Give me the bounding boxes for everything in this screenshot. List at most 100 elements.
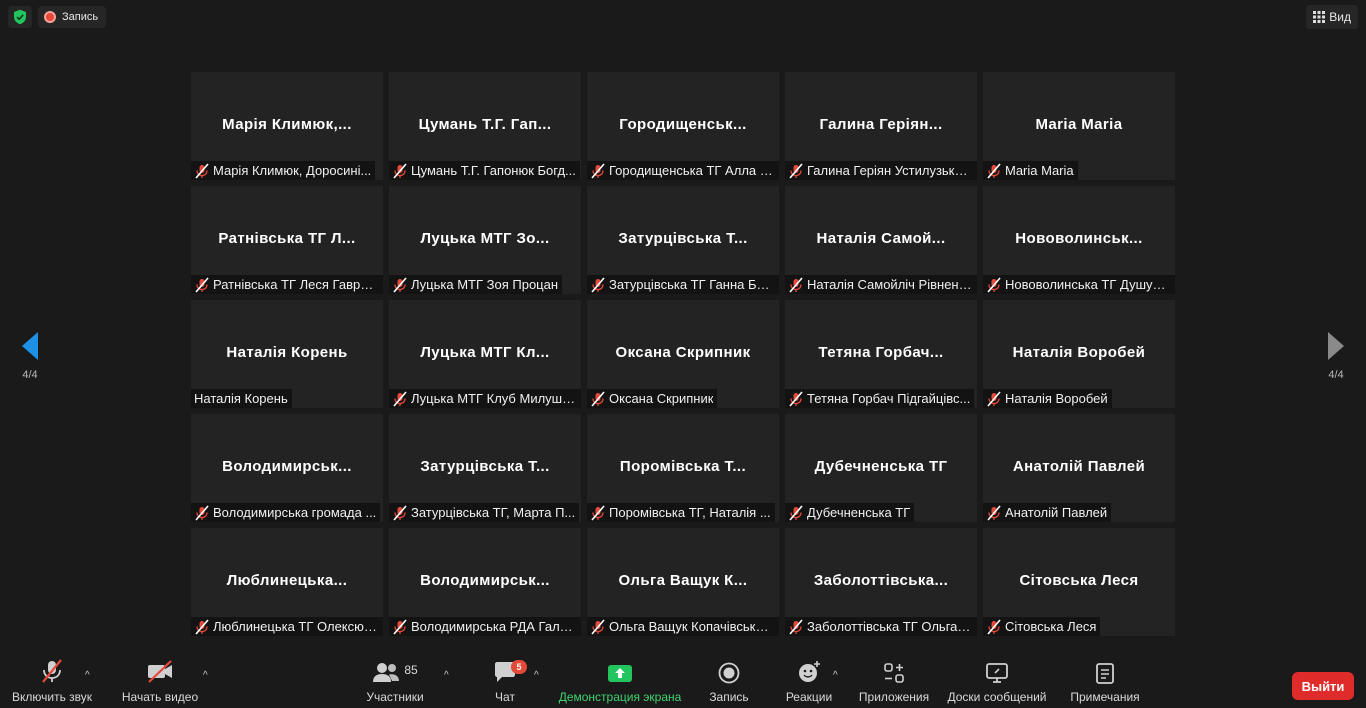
- microphone-muted-icon: [789, 618, 803, 635]
- participant-display-name: Ратнівська ТГ Л...: [218, 230, 356, 247]
- reactions-label: Реакции: [785, 690, 833, 704]
- participant-display-name: Луцька МТГ Кл...: [420, 344, 550, 361]
- record-button[interactable]: Запись: [706, 656, 752, 708]
- participant-name: Луцька МТГ Клуб Милуші ...: [411, 391, 577, 406]
- next-page-button[interactable]: 4/4: [1306, 312, 1366, 400]
- participant-tile[interactable]: Сітовська Леся Сітовська Леся: [983, 528, 1175, 636]
- chat-label: Чат: [495, 690, 515, 704]
- microphone-muted-icon: [393, 618, 407, 635]
- view-button[interactable]: Вид: [1306, 5, 1358, 29]
- apps-button[interactable]: Приложения: [856, 656, 932, 708]
- security-shield-icon[interactable]: [8, 6, 32, 28]
- microphone-muted-icon: [987, 390, 1001, 407]
- record-icon: [718, 656, 740, 684]
- reactions-options-chevron-icon[interactable]: ^: [833, 670, 838, 681]
- participant-name-tag: Maria Maria: [983, 161, 1078, 180]
- participants-icon: [373, 663, 400, 682]
- participant-tile[interactable]: Цумань Т.Г. Гап... Цумань Т.Г. Гапонюк Бо…: [389, 72, 581, 180]
- participant-tile[interactable]: Люблинецька... Люблинецька ТГ Олексюк...: [191, 528, 383, 636]
- participant-name: Наталія Воробей: [1005, 391, 1108, 406]
- participant-name-tag: Дубечненська ТГ: [785, 503, 915, 522]
- audio-options-chevron-icon[interactable]: ^: [85, 670, 90, 681]
- participant-tile[interactable]: Дубечненська ТГ Дубечненська ТГ: [785, 414, 977, 522]
- participant-tile[interactable]: Наталія Самой... Наталія Самойліч Рівненс…: [785, 186, 977, 294]
- participant-tile[interactable]: Наталія Воробей Наталія Воробей: [983, 300, 1175, 408]
- share-screen-button[interactable]: Демонстрация экрана: [556, 656, 684, 708]
- participant-tile[interactable]: Луцька МТГ Зо... Луцька МТГ Зоя Процан: [389, 186, 581, 294]
- leave-meeting-button[interactable]: Выйти: [1292, 672, 1354, 700]
- microphone-muted-icon: [987, 504, 1001, 521]
- participant-name-tag: Люблинецька ТГ Олексюк...: [191, 617, 383, 636]
- participant-display-name: Цумань Т.Г. Гап...: [418, 116, 552, 133]
- participant-tile[interactable]: Луцька МТГ Кл... Луцька МТГ Клуб Милуші .…: [389, 300, 581, 408]
- share-screen-label: Демонстрация экрана: [558, 690, 682, 704]
- participant-name: Maria Maria: [1005, 163, 1074, 178]
- participant-tile[interactable]: Анатолій Павлей Анатолій Павлей: [983, 414, 1175, 522]
- participant-name: Галина Геріян Устилузька ...: [807, 163, 973, 178]
- reactions-icon: [797, 656, 821, 684]
- view-label: Вид: [1329, 10, 1351, 24]
- microphone-muted-icon: [789, 162, 803, 179]
- meeting-toolbar: Включить звук ^ Начать видео ^ 85 Участн…: [0, 656, 1366, 708]
- participant-tile[interactable]: Володимирськ... Володимирська РДА Гали...: [389, 528, 581, 636]
- participant-tile[interactable]: Поромівська Т... Поромівська ТГ, Наталія …: [587, 414, 779, 522]
- participant-tile[interactable]: Maria Maria Maria Maria: [983, 72, 1175, 180]
- whiteboard-icon: [985, 656, 1009, 684]
- previous-page-button[interactable]: 4/4: [0, 312, 60, 400]
- microphone-muted-icon: [591, 390, 605, 407]
- participant-tile[interactable]: Наталія Корень Наталія Корень: [191, 300, 383, 408]
- participant-name: Ратнівська ТГ Леся Гаврил...: [213, 277, 379, 292]
- participants-options-chevron-icon[interactable]: ^: [444, 670, 449, 681]
- participant-tile[interactable]: Марія Климюк,... Марія Климюк, Доросині..…: [191, 72, 383, 180]
- participant-display-name: Наталія Самой...: [816, 230, 946, 247]
- participants-button[interactable]: 85 Участники: [362, 656, 428, 708]
- participant-tile[interactable]: Оксана Скрипник Оксана Скрипник: [587, 300, 779, 408]
- chat-options-chevron-icon[interactable]: ^: [534, 670, 539, 681]
- whiteboards-button[interactable]: Доски сообщений: [944, 656, 1050, 708]
- participant-name-tag: Заболоттівська ТГ Ольга Г...: [785, 617, 977, 636]
- participant-tile[interactable]: Затурцівська Т... Затурцівська ТГ Ганна Б…: [587, 186, 779, 294]
- start-video-button[interactable]: Начать видео: [120, 656, 200, 708]
- participant-name-tag: Володимирська громада ...: [191, 503, 381, 522]
- video-options-chevron-icon[interactable]: ^: [203, 670, 208, 681]
- participant-name-tag: Тетяна Горбач Підгайцівс...: [785, 389, 975, 408]
- participant-name: Заболоттівська ТГ Ольга Г...: [807, 619, 973, 634]
- participant-tile[interactable]: Галина Геріян... Галина Геріян Устилузька…: [785, 72, 977, 180]
- participant-name-tag: Цумань Т.Г. Гапонюк Богд...: [389, 161, 580, 180]
- notes-icon: [1095, 656, 1115, 684]
- participant-name-tag: Ратнівська ТГ Леся Гаврил...: [191, 275, 383, 294]
- unmute-label: Включить звук: [11, 690, 93, 704]
- whiteboards-label: Доски сообщений: [947, 690, 1047, 704]
- participant-name: Анатолій Павлей: [1005, 505, 1108, 520]
- participant-name-tag: Сітовська Леся: [983, 617, 1101, 636]
- microphone-muted-icon: [393, 504, 407, 521]
- participant-tile[interactable]: Нововолинськ... Нововолинська ТГ Душук ..…: [983, 186, 1175, 294]
- participant-name-tag: Луцька МТГ Клуб Милуші ...: [389, 389, 581, 408]
- participant-name-tag: Затурцівська ТГ Ганна Баз...: [587, 275, 779, 294]
- reactions-button[interactable]: Реакции: [784, 656, 834, 708]
- video-off-icon: [146, 656, 174, 684]
- participant-tile[interactable]: Володимирськ... Володимирська громада ...: [191, 414, 383, 522]
- notes-button[interactable]: Примечания: [1066, 656, 1144, 708]
- participant-display-name: Люблинецька...: [226, 572, 348, 589]
- unmute-button[interactable]: Включить звук: [8, 656, 96, 708]
- participant-display-name: Поромівська Т...: [619, 458, 747, 475]
- microphone-muted-icon: [591, 276, 605, 293]
- chat-button[interactable]: 5 Чат: [488, 656, 527, 708]
- microphone-muted-icon: [195, 618, 209, 635]
- participant-tile[interactable]: Тетяна Горбач... Тетяна Горбач Підгайцівс…: [785, 300, 977, 408]
- notes-label: Примечания: [1070, 690, 1140, 704]
- participant-tile[interactable]: Ольга Ващук К... Ольга Ващук Копачівська …: [587, 528, 779, 636]
- participant-name-tag: Марія Климюк, Доросині...: [191, 161, 376, 180]
- microphone-muted-icon: [393, 162, 407, 179]
- participant-name: Тетяна Горбач Підгайцівс...: [807, 391, 971, 406]
- participant-tile[interactable]: Заболоттівська... Заболоттівська ТГ Ольга…: [785, 528, 977, 636]
- participant-name: Поромівська ТГ, Наталія ...: [609, 505, 771, 520]
- participant-tile[interactable]: Затурцівська Т... Затурцівська ТГ, Марта …: [389, 414, 581, 522]
- recording-indicator[interactable]: Запись: [38, 6, 107, 28]
- start-video-label: Начать видео: [121, 690, 199, 704]
- participant-tile[interactable]: Городищенськ... Городищенська ТГ Алла Г..…: [587, 72, 779, 180]
- participant-tile[interactable]: Ратнівська ТГ Л... Ратнівська ТГ Леся Гав…: [191, 186, 383, 294]
- microphone-muted-icon: [591, 504, 605, 521]
- apps-icon: [883, 656, 905, 684]
